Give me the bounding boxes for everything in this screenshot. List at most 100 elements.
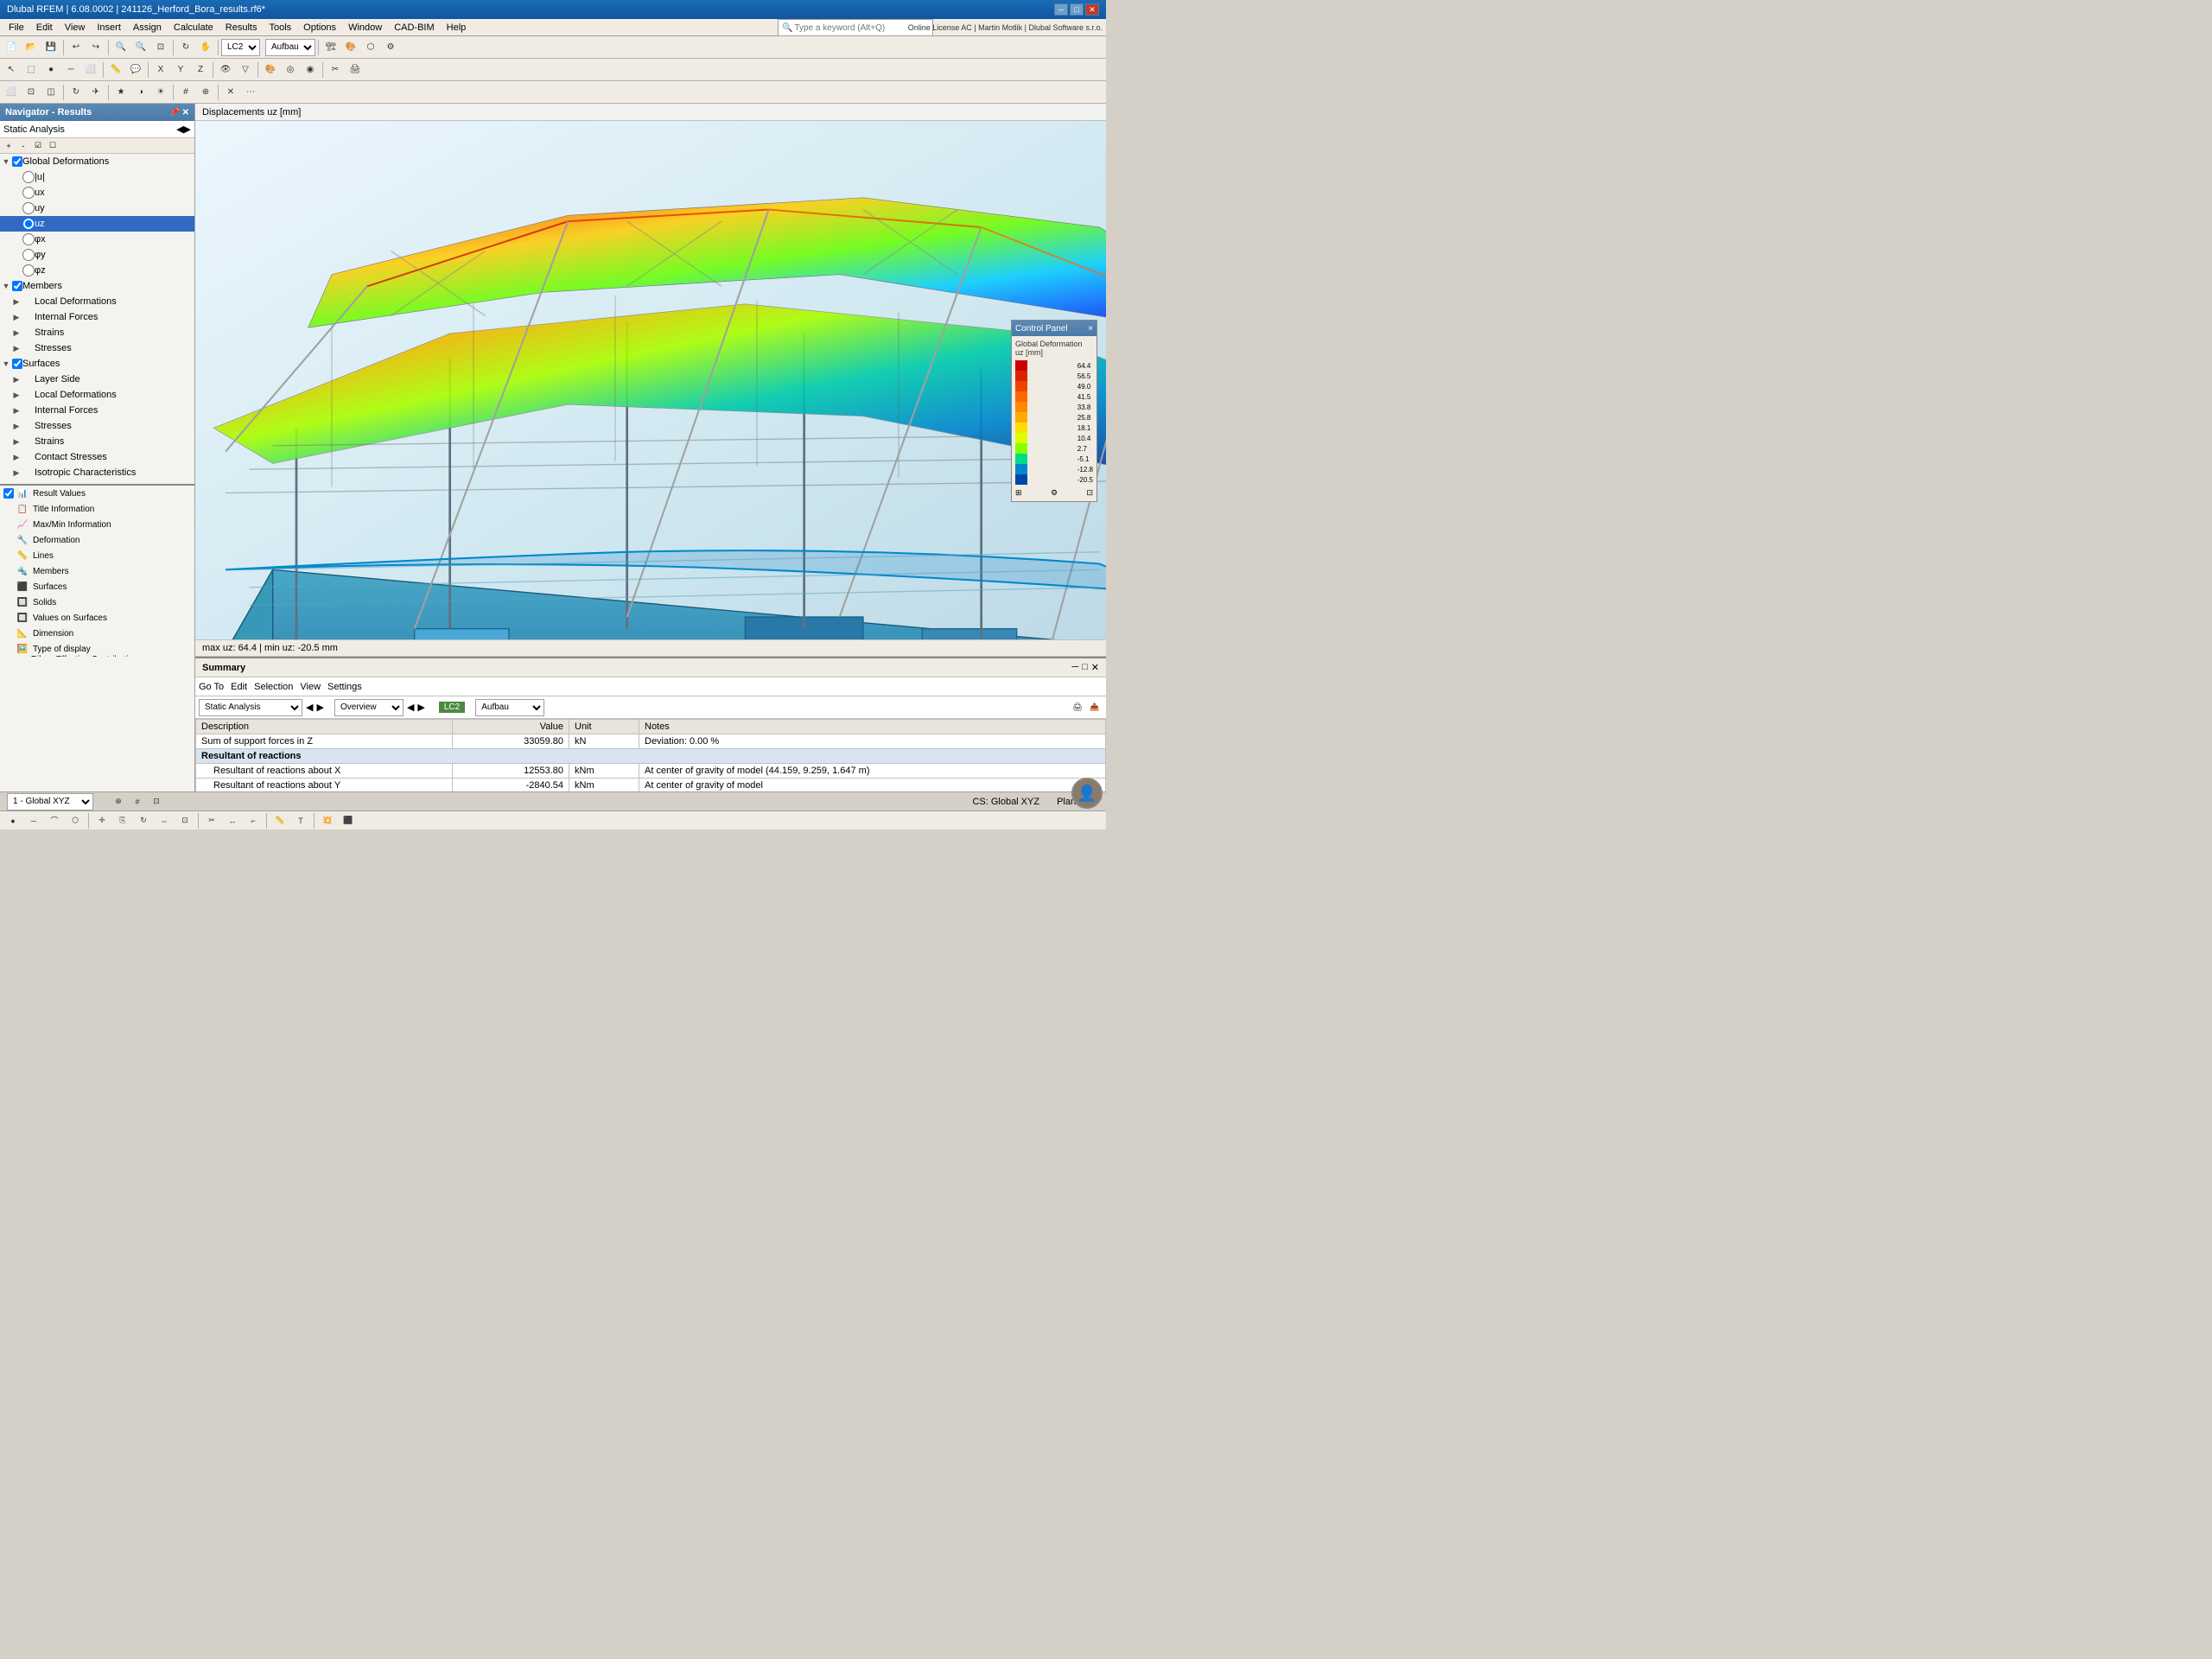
nav-tree-item-local-deformations[interactable]: ▶Local Deformations: [0, 294, 194, 309]
pan-btn[interactable]: ✋: [196, 38, 215, 57]
summary-maximize-btn[interactable]: □: [1082, 662, 1088, 673]
3d-orbit-btn[interactable]: ↻: [67, 83, 86, 102]
menu-options[interactable]: Options: [298, 21, 341, 35]
coordinate-system-dropdown[interactable]: 1 - Global XYZ: [7, 793, 93, 810]
menu-results[interactable]: Results: [220, 21, 263, 35]
undo-btn[interactable]: ↩: [67, 38, 86, 57]
loadcase-dropdown[interactable]: LC2: [221, 39, 260, 56]
tree-radio-phiy[interactable]: [22, 249, 35, 261]
section-cut-btn[interactable]: ✂: [326, 60, 345, 79]
rotate-tb-btn[interactable]: ↻: [134, 811, 153, 830]
table-row[interactable]: Resultant of reactions about X 12553.80 …: [196, 764, 1106, 779]
maximize-button[interactable]: □: [1070, 3, 1084, 16]
trim-btn[interactable]: ✂: [202, 811, 221, 830]
menu-file[interactable]: File: [3, 21, 29, 35]
nav-tree-item-isotropic-chars[interactable]: ▶Isotropic Characteristics: [0, 465, 194, 480]
surface-btn[interactable]: ⬜: [81, 60, 100, 79]
tree-toggle[interactable]: ▶: [10, 342, 22, 354]
tree-toggle[interactable]: ▶: [10, 389, 22, 401]
minimize-button[interactable]: ─: [1054, 3, 1068, 16]
summary-minimize-btn[interactable]: ─: [1071, 662, 1078, 673]
menu-cadbim[interactable]: CAD-BIM: [389, 21, 439, 35]
model-view-btn[interactable]: 🏗: [321, 38, 340, 57]
wireframe-btn[interactable]: ⬡: [361, 38, 380, 57]
nav-tree-item-phiz[interactable]: φz: [0, 263, 194, 278]
ambient-btn[interactable]: ☀: [151, 83, 170, 102]
tree-toggle[interactable]: ▶: [10, 404, 22, 416]
copy-btn[interactable]: ⎘: [113, 811, 132, 830]
annotate-btn[interactable]: 💬: [126, 60, 145, 79]
tree-toggle[interactable]: ▼: [0, 358, 12, 370]
summary-view[interactable]: View: [300, 682, 321, 692]
lbi-item-deformation[interactable]: 🔧 Deformation: [0, 532, 194, 548]
shadow-btn[interactable]: ◑: [131, 83, 150, 102]
tree-toggle[interactable]: ▶: [10, 296, 22, 308]
summary-tab-prev[interactable]: ◀: [407, 702, 414, 713]
filter-btn[interactable]: ▽: [236, 60, 255, 79]
extras-btn[interactable]: ⋯: [241, 83, 260, 102]
grid-btn[interactable]: #: [176, 83, 195, 102]
tree-toggle[interactable]: ▶: [10, 311, 22, 323]
iso-view-btn[interactable]: ◫: [41, 83, 60, 102]
lbi-item-surfaces-lbi[interactable]: ⬛ Surfaces: [0, 579, 194, 594]
print-btn[interactable]: 🖨: [346, 60, 365, 79]
loadcase-combo-dropdown[interactable]: Aufbau: [265, 39, 315, 56]
nav-tree-item-strains-members[interactable]: ▶Strains: [0, 325, 194, 340]
status-snap-btn[interactable]: ⊕: [111, 794, 126, 810]
node-btn[interactable]: ●: [41, 60, 60, 79]
summary-close-btn[interactable]: ✕: [1091, 662, 1099, 673]
lbi-item-values-on-surfaces-lbi[interactable]: 🔲 Values on Surfaces: [0, 610, 194, 626]
nav-tree-item-internal-forces-members[interactable]: ▶Internal Forces: [0, 309, 194, 325]
nav-tree-item-layer-side[interactable]: ▶Layer Side: [0, 372, 194, 387]
nav-tree-item-phix[interactable]: φx: [0, 232, 194, 247]
group-btn[interactable]: ⬛: [339, 811, 358, 830]
nav-pin-btn[interactable]: 📌: [169, 108, 180, 118]
nav-tree-item-contact-stresses[interactable]: ▶Contact Stresses: [0, 449, 194, 465]
summary-analysis-dropdown[interactable]: Static Analysis: [199, 699, 302, 716]
cursor-btn[interactable]: ↖: [2, 60, 21, 79]
cp-settings-btn[interactable]: ⚙: [1051, 488, 1058, 498]
draw-line-btn[interactable]: ─: [24, 811, 43, 830]
nav-tree-item-surfaces[interactable]: ▼Surfaces: [0, 356, 194, 372]
tree-radio-ux[interactable]: [22, 187, 35, 199]
measure-btn[interactable]: 📏: [106, 60, 125, 79]
line-btn[interactable]: ─: [61, 60, 80, 79]
tree-toggle[interactable]: ▶: [10, 327, 22, 339]
front-view-btn[interactable]: ⬜: [2, 83, 21, 102]
lbi-item-solids[interactable]: 🔲 Solids: [0, 594, 194, 610]
nav-check-btn[interactable]: ☑: [31, 139, 45, 153]
nav-tree-item-u-total[interactable]: |u|: [0, 169, 194, 185]
nav-tree-item-stresses-members[interactable]: ▶Stresses: [0, 340, 194, 356]
menu-view[interactable]: View: [60, 21, 91, 35]
summary-edit[interactable]: Edit: [231, 682, 247, 692]
hide-btn[interactable]: ◎: [281, 60, 300, 79]
tree-radio-phiz[interactable]: [22, 264, 35, 276]
menu-edit[interactable]: Edit: [31, 21, 58, 35]
nav-tree-item-internal-forces-surf[interactable]: ▶Internal Forces: [0, 403, 194, 418]
delete-result-btn[interactable]: ✕: [221, 83, 240, 102]
summary-selection[interactable]: Selection: [254, 682, 293, 692]
nav-tree-item-ux[interactable]: ux: [0, 185, 194, 200]
menu-calculate[interactable]: Calculate: [168, 21, 219, 35]
dimension-btn[interactable]: 📏: [270, 811, 289, 830]
tree-check-global-deformations[interactable]: [12, 156, 22, 167]
display-btn[interactable]: 👁: [216, 60, 235, 79]
draw-node-btn[interactable]: ●: [3, 811, 22, 830]
menu-insert[interactable]: Insert: [92, 21, 126, 35]
menu-help[interactable]: Help: [442, 21, 472, 35]
nav-tree-item-local-deformations-surf[interactable]: ▶Local Deformations: [0, 387, 194, 403]
tree-toggle[interactable]: ▶: [10, 435, 22, 448]
scale-btn[interactable]: ⊡: [175, 811, 194, 830]
fillet-btn[interactable]: ⌐: [244, 811, 263, 830]
settings-btn[interactable]: ⚙: [381, 38, 400, 57]
text-btn[interactable]: T: [291, 811, 310, 830]
status-grid-btn[interactable]: #: [130, 794, 145, 810]
tree-radio-u-total[interactable]: [22, 171, 35, 183]
lbi-check[interactable]: [3, 488, 14, 499]
summary-nav-prev[interactable]: ◀: [306, 702, 313, 713]
nav-tree-item-strains-surf[interactable]: ▶Strains: [0, 434, 194, 449]
top-view-btn[interactable]: ⊡: [22, 83, 41, 102]
extend-btn[interactable]: ↔: [223, 811, 242, 830]
zoom-all-btn[interactable]: ⊡: [151, 38, 170, 57]
lbi-item-dimension[interactable]: 📐 Dimension: [0, 626, 194, 641]
